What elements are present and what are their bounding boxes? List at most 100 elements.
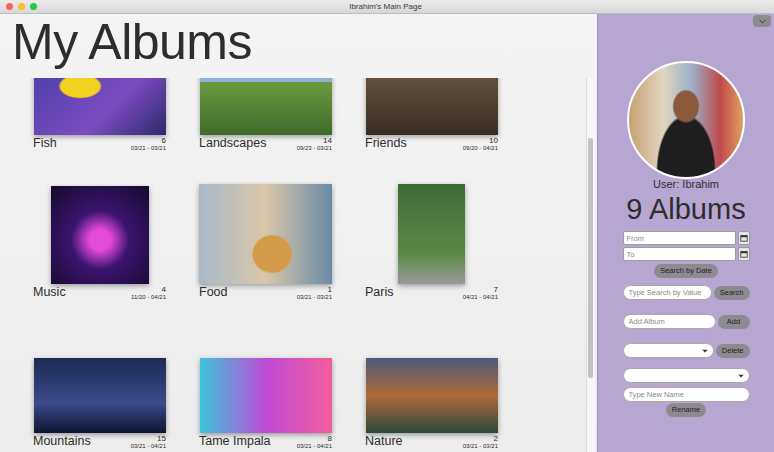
album-label: Tame Impala803/21 - 04/21: [199, 433, 332, 450]
album-cover[interactable]: [34, 78, 166, 135]
album-cover[interactable]: [398, 184, 465, 284]
album-meta: 1009/20 - 04/21: [463, 136, 498, 152]
album-grid: Fish603/21 - 03/21Landscapes1409/23 - 03…: [0, 78, 586, 450]
album-label: Paris704/21 - 04/21: [365, 284, 498, 301]
zoom-button[interactable]: [30, 3, 37, 10]
album-card[interactable]: Friends 1009/20 - 04/21: [365, 78, 498, 152]
panel-top-row: [598, 14, 774, 30]
album-meta: 103/21 - 03/21: [297, 285, 332, 301]
album-label: Music 411/20 - 04/21: [33, 284, 166, 301]
album-meta: 603/21 - 03/21: [131, 136, 166, 152]
from-date-row: [623, 231, 750, 245]
photo-count: 10: [489, 136, 498, 145]
album-cover[interactable]: [34, 358, 166, 433]
photo-count: 4: [162, 285, 166, 294]
album-cover[interactable]: [366, 358, 498, 433]
album-cover-frame: [33, 78, 166, 135]
album-cover[interactable]: [366, 78, 498, 135]
delete-album-select[interactable]: [623, 343, 714, 358]
album-label: Fish 603/21 - 03/21: [33, 135, 166, 152]
album-name: Music: [33, 285, 66, 300]
album-name: Nature: [365, 434, 403, 449]
album-scroll-area: Fish603/21 - 03/21Landscapes1409/23 - 03…: [0, 78, 597, 452]
album-label: Mountains 1503/21 - 04/21: [33, 433, 166, 450]
to-date-field[interactable]: [623, 247, 736, 261]
album-label: Friends 1009/20 - 04/21: [365, 135, 498, 152]
window-title: Ibrahim's Main Page: [37, 2, 774, 11]
date-range: 09/20 - 04/21: [463, 145, 498, 152]
album-card[interactable]: Nature 203/21 - 03/21: [365, 333, 498, 450]
date-range: 03/21 - 03/21: [297, 294, 332, 301]
calendar-icon: [740, 234, 748, 242]
date-range: 03/21 - 04/21: [131, 443, 166, 450]
album-cover-frame: [199, 184, 332, 284]
date-range: 11/20 - 04/21: [131, 294, 166, 301]
photo-count: 6: [162, 136, 166, 145]
search-by-date-button[interactable]: Search by Date: [654, 264, 718, 278]
user-panel: User: Ibrahim9 AlbumsSearch by DateSearc…: [597, 14, 774, 452]
album-label: Food 103/21 - 03/21: [199, 284, 332, 301]
album-label: Nature 203/21 - 03/21: [365, 433, 498, 450]
photo-count: 8: [328, 434, 332, 443]
from-date-field[interactable]: [623, 231, 736, 245]
album-cover[interactable]: [51, 186, 149, 284]
album-meta: 803/21 - 04/21: [297, 434, 332, 450]
delete-button[interactable]: Delete: [716, 344, 750, 358]
date-range: 04/21 - 04/21: [463, 294, 498, 301]
album-card[interactable]: Paris704/21 - 04/21: [365, 184, 498, 301]
search-field[interactable]: [623, 285, 712, 300]
date-range: 03/21 - 03/21: [131, 145, 166, 152]
album-cover-frame: [365, 78, 498, 135]
calendar-icon: [740, 250, 748, 258]
album-name: Mountains: [33, 434, 91, 449]
album-label: Landscapes1409/23 - 03/21: [199, 135, 332, 152]
menu-button[interactable]: [753, 15, 771, 27]
album-name: Friends: [365, 136, 407, 151]
album-cover[interactable]: [200, 358, 332, 433]
photo-count: 7: [494, 285, 498, 294]
add-button[interactable]: Add: [718, 315, 750, 329]
album-name: Food: [199, 285, 228, 300]
value-search-row: Search: [623, 285, 750, 300]
scrollbar-thumb[interactable]: [588, 138, 593, 378]
album-name: Fish: [33, 136, 57, 151]
album-cover-frame: [199, 78, 332, 135]
rename-row: Rename: [623, 403, 750, 417]
user-label: User: Ibrahim: [653, 178, 719, 191]
chevron-down-icon: [759, 19, 766, 24]
album-card[interactable]: Music 411/20 - 04/21: [33, 184, 166, 301]
album-meta: 704/21 - 04/21: [463, 285, 498, 301]
photo-count: 1: [328, 285, 332, 294]
album-meta: 203/21 - 03/21: [463, 434, 498, 450]
album-card[interactable]: Landscapes1409/23 - 03/21: [199, 78, 332, 152]
album-card[interactable]: Food 103/21 - 03/21: [199, 184, 332, 301]
add-album-row: Add: [623, 314, 750, 329]
app-window: Ibrahim's Main PageMy AlbumsFish603/21 -…: [0, 0, 774, 452]
album-card[interactable]: Tame Impala803/21 - 04/21: [199, 333, 332, 450]
chevron-down-icon: [738, 374, 744, 378]
from-calendar-button[interactable]: [738, 231, 750, 245]
title-bar: Ibrahim's Main Page: [0, 0, 774, 14]
album-meta: 411/20 - 04/21: [131, 285, 166, 301]
new-name-field[interactable]: [623, 387, 750, 402]
close-button[interactable]: [6, 3, 13, 10]
album-cover[interactable]: [199, 184, 332, 284]
album-cover[interactable]: [200, 78, 332, 135]
album-cover-frame: [365, 333, 498, 433]
photo-count: 15: [157, 434, 166, 443]
add-album-field[interactable]: [623, 314, 716, 329]
album-card[interactable]: Mountains 1503/21 - 04/21: [33, 333, 166, 450]
album-cover-frame: [33, 184, 166, 284]
minimize-button[interactable]: [18, 3, 25, 10]
date-range: 09/23 - 03/21: [297, 145, 332, 152]
scrollbar[interactable]: [586, 78, 595, 452]
date-search-row: Search by Date: [623, 264, 750, 278]
album-card[interactable]: Fish 603/21 - 03/21: [33, 78, 166, 152]
rename-album-select[interactable]: [623, 368, 750, 383]
to-calendar-button[interactable]: [738, 247, 750, 261]
album-cover-frame: [365, 184, 498, 284]
search-button[interactable]: Search: [714, 286, 750, 300]
date-range: 03/21 - 04/21: [297, 443, 332, 450]
rename-button[interactable]: Rename: [666, 403, 706, 417]
to-date-row: [623, 247, 750, 261]
